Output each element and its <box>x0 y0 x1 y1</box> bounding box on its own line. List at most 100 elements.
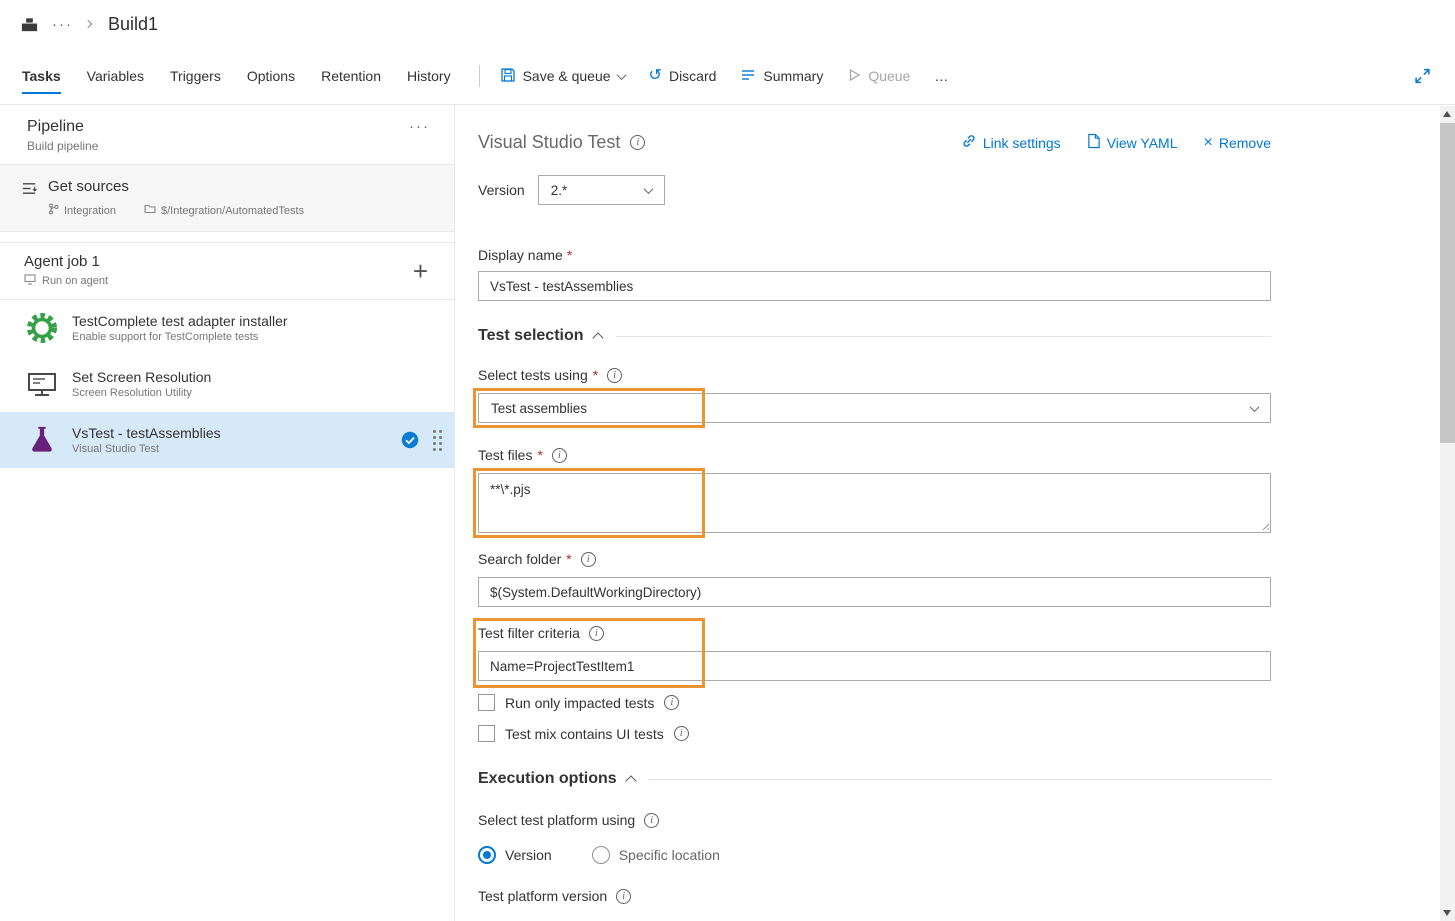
search-folder-input[interactable] <box>478 577 1271 607</box>
radio-specific-location[interactable]: Specific location <box>592 846 720 864</box>
radio-version[interactable]: Version <box>478 846 552 864</box>
tab-history[interactable]: History <box>407 48 451 104</box>
save-queue-label: Save & queue <box>523 68 611 84</box>
tab-tasks[interactable]: Tasks <box>22 48 61 104</box>
view-yaml-label: View YAML <box>1107 135 1178 151</box>
repo-name: Integration <box>64 205 116 217</box>
required-marker: * <box>567 247 572 263</box>
scroll-up-button[interactable] <box>1443 111 1451 117</box>
info-icon[interactable] <box>644 813 659 828</box>
drag-handle[interactable] <box>433 430 436 433</box>
tab-bar: Tasks Variables Triggers Options Retenti… <box>22 48 451 104</box>
more-options-button[interactable]: … <box>934 68 948 84</box>
section-test-selection[interactable]: Test selection <box>478 327 1271 345</box>
test-files-label: Test files <box>478 447 532 463</box>
run-only-impacted-tests-label: Run only impacted tests <box>505 695 654 711</box>
azure-devops-logo-icon[interactable] <box>20 15 39 34</box>
info-icon[interactable] <box>630 135 645 150</box>
link-settings-label: Link settings <box>983 135 1061 151</box>
scroll-down-button[interactable] <box>1443 910 1451 916</box>
info-icon[interactable] <box>674 726 689 741</box>
get-sources-item[interactable]: Get sources Integration $/In <box>0 165 454 232</box>
version-value: 2.* <box>551 183 568 198</box>
summary-button[interactable]: Summary <box>740 67 823 86</box>
scrollbar[interactable] <box>1440 106 1455 921</box>
test-filter-criteria-label: Test filter criteria <box>478 625 580 641</box>
titlebar: ··· Build1 <box>0 0 1455 48</box>
queue-button[interactable]: Queue <box>847 68 910 85</box>
document-icon <box>1087 133 1101 152</box>
summary-label: Summary <box>763 68 823 84</box>
info-icon[interactable] <box>664 695 679 710</box>
task-item-testcomplete-installer[interactable]: TestComplete test adapter installer Enab… <box>0 300 454 356</box>
tab-retention[interactable]: Retention <box>321 48 381 104</box>
section-divider <box>649 779 1271 780</box>
info-icon[interactable] <box>607 368 622 383</box>
get-sources-title: Get sources <box>48 178 304 195</box>
version-label: Version <box>478 182 525 198</box>
branch-icon <box>48 203 59 218</box>
required-marker: * <box>537 447 542 463</box>
discard-button[interactable]: ↺ Discard <box>649 68 717 84</box>
add-task-button[interactable]: + <box>413 258 428 284</box>
remove-button[interactable]: × Remove <box>1204 135 1271 151</box>
chevron-down-icon <box>1250 402 1260 412</box>
run-only-impacted-tests-checkbox[interactable] <box>478 694 495 711</box>
gear-icon <box>24 310 60 346</box>
select-tests-using-value: Test assemblies <box>491 401 587 416</box>
play-icon <box>847 68 861 85</box>
display-name-input[interactable] <box>478 271 1271 301</box>
remove-label: Remove <box>1219 135 1271 151</box>
section-title: Test selection <box>478 327 584 345</box>
info-icon[interactable] <box>589 626 604 641</box>
display-name-label: Display name <box>478 247 563 263</box>
task-subtitle: Enable support for TestComplete tests <box>72 331 288 343</box>
select-tests-using-select[interactable]: Test assemblies <box>478 393 1271 423</box>
test-files-textarea[interactable]: **\*.pjs <box>478 473 1271 533</box>
task-item-vstest[interactable]: VsTest - testAssemblies Visual Studio Te… <box>0 412 454 468</box>
tab-triggers[interactable]: Triggers <box>170 48 221 104</box>
section-execution-options[interactable]: Execution options <box>478 770 1271 788</box>
test-mix-ui-tests-checkbox[interactable] <box>478 725 495 742</box>
scroll-thumb[interactable] <box>1440 123 1455 443</box>
summary-list-icon <box>740 67 756 86</box>
agent-job-item[interactable]: Agent job 1 Run on agent + <box>0 242 454 300</box>
task-title: Set Screen Resolution <box>72 369 211 385</box>
chevron-up-icon <box>625 775 636 786</box>
chevron-up-icon <box>592 332 603 343</box>
pipeline-more-button[interactable]: ··· <box>409 118 430 135</box>
section-title: Execution options <box>478 770 617 788</box>
link-icon <box>961 133 977 152</box>
pipeline-title: Pipeline <box>27 118 98 136</box>
task-config-panel: Visual Studio Test Link settings <box>455 105 1455 921</box>
select-tests-using-label: Select tests using <box>478 367 588 383</box>
page-title: Build1 <box>108 14 158 35</box>
info-icon[interactable] <box>616 889 631 904</box>
version-select[interactable]: 2.* <box>538 175 665 205</box>
breadcrumb-overflow-button[interactable]: ··· <box>52 16 73 33</box>
pipeline-subtitle: Build pipeline <box>27 139 98 153</box>
tab-options[interactable]: Options <box>247 48 295 104</box>
radio-unselected-icon <box>592 846 610 864</box>
agent-job-title: Agent job 1 <box>24 253 108 270</box>
info-icon[interactable] <box>552 448 567 463</box>
save-queue-button[interactable]: Save & queue <box>500 67 625 86</box>
task-item-set-screen-resolution[interactable]: Set Screen Resolution Screen Resolution … <box>0 356 454 412</box>
queue-label: Queue <box>868 68 910 84</box>
chevron-down-icon <box>643 184 653 194</box>
test-mix-ui-tests-label: Test mix contains UI tests <box>505 726 664 742</box>
test-filter-criteria-input[interactable] <box>478 651 1271 681</box>
view-yaml-button[interactable]: View YAML <box>1087 133 1178 152</box>
select-test-platform-label: Select test platform using <box>478 812 635 828</box>
monitor-icon <box>24 366 60 402</box>
toolbar-divider <box>479 65 480 87</box>
task-title: TestComplete test adapter installer <box>72 313 288 329</box>
link-settings-button[interactable]: Link settings <box>961 133 1061 152</box>
tab-variables[interactable]: Variables <box>87 48 144 104</box>
save-icon <box>500 67 516 86</box>
task-config-title: Visual Studio Test <box>478 132 620 153</box>
required-marker: * <box>566 551 571 567</box>
fullscreen-icon[interactable] <box>1414 68 1431 85</box>
info-icon[interactable] <box>581 552 596 567</box>
radio-specific-location-label: Specific location <box>619 847 720 863</box>
